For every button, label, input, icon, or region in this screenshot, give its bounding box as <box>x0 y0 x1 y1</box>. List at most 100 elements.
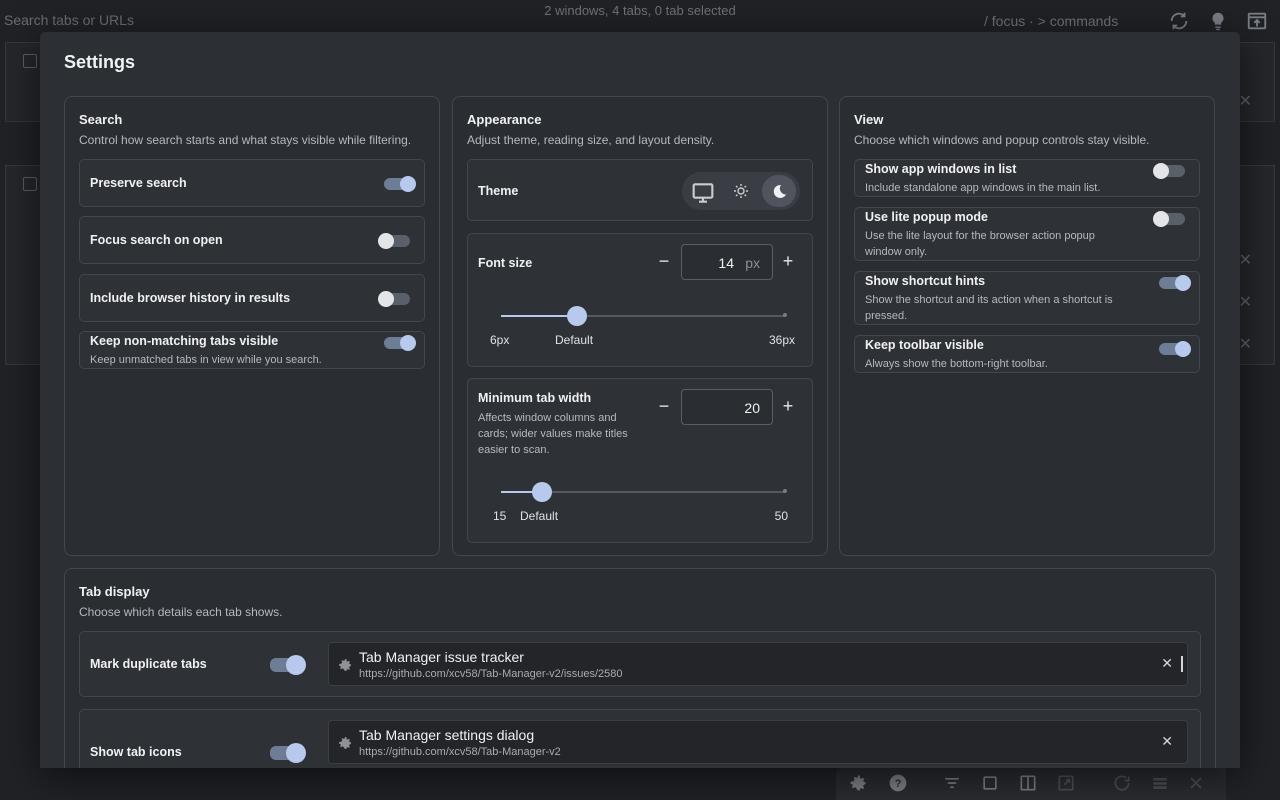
app-windows-toggle[interactable] <box>1153 163 1185 179</box>
panel-title: Appearance <box>467 112 542 127</box>
tab-preview: Tab Manager settings dialog https://gith… <box>328 720 1188 764</box>
lite-popup-toggle[interactable] <box>1153 211 1185 227</box>
gear-icon[interactable] <box>848 773 870 795</box>
browser-history-row[interactable]: Include browser history in results <box>79 274 425 322</box>
show-tab-icons-row[interactable]: Show tab icons Tab Manager settings dial… <box>79 709 1201 768</box>
row-description: Affects window columns and cards; wider … <box>478 412 628 456</box>
slider-thumb[interactable] <box>531 482 552 502</box>
tab-display-panel: Tab display Choose which details each ta… <box>64 568 1216 768</box>
gear-icon <box>337 735 353 751</box>
open-in-new-icon[interactable] <box>1056 773 1078 795</box>
preserve-search-row[interactable]: Preserve search <box>79 159 425 207</box>
open-window-icon[interactable] <box>1246 10 1268 32</box>
group-icon[interactable] <box>1150 773 1172 795</box>
panel-subtitle: Choose which details each tab shows. <box>79 605 283 619</box>
close-icon[interactable]: ✕ <box>1239 250 1252 270</box>
slider-min-label: 15 <box>493 509 507 523</box>
toolbar-visible-row[interactable]: Keep toolbar visible Always show the bot… <box>854 335 1200 373</box>
row-label: Show app windows in list <box>865 162 1017 176</box>
slider-max-label: 36px <box>768 333 795 347</box>
dialog-title: Settings <box>64 52 136 72</box>
command-hint: / focus · > commands <box>984 13 1119 29</box>
preview-url: https://github.com/xcv58/Tab-Manager-v2 <box>359 746 561 758</box>
help-icon[interactable]: ? <box>888 773 910 795</box>
non-matching-tabs-row[interactable]: Keep non-matching tabs visible Keep unma… <box>79 331 425 369</box>
close-icon[interactable]: ✕ <box>1161 655 1173 672</box>
system-theme-button[interactable] <box>686 175 720 207</box>
light-theme-button[interactable] <box>724 175 758 207</box>
slider-max-label: 50 <box>774 509 788 523</box>
row-description: Show the shortcut and its action when a … <box>865 294 1113 322</box>
row-label: Show shortcut hints <box>865 274 986 288</box>
window-checkbox[interactable] <box>23 54 37 68</box>
close-icon[interactable]: ✕ <box>1239 91 1252 111</box>
close-icon[interactable]: ✕ <box>1239 334 1252 354</box>
show-tab-icons-toggle[interactable] <box>270 743 306 763</box>
panel-title: View <box>854 112 884 127</box>
toolbar-visible-toggle[interactable] <box>1159 341 1191 357</box>
row-label: Include browser history in results <box>90 291 291 305</box>
close-icon[interactable]: ✕ <box>1161 733 1173 750</box>
row-label: Preserve search <box>90 176 187 190</box>
shortcut-hints-toggle[interactable] <box>1159 275 1191 291</box>
tab-width-decrease-button[interactable]: − <box>654 397 674 417</box>
focus-search-row[interactable]: Focus search on open <box>79 216 425 264</box>
font-size-decrease-button[interactable]: − <box>654 252 674 272</box>
theme-row: Theme <box>467 159 813 221</box>
row-label: Show tab icons <box>90 745 182 759</box>
preview-title: Tab Manager settings dialog <box>359 727 535 743</box>
gear-icon <box>337 657 353 673</box>
font-size-unit: px <box>745 255 760 271</box>
dark-theme-button[interactable] <box>762 175 796 207</box>
browser-history-toggle[interactable] <box>378 291 410 307</box>
preserve-search-toggle[interactable] <box>384 176 416 192</box>
mark-duplicates-toggle[interactable] <box>270 655 306 675</box>
panel-subtitle: Choose which windows and popup controls … <box>854 133 1150 147</box>
slider-default-label: Default <box>520 509 559 523</box>
close-icon[interactable]: ✕ <box>1239 292 1252 312</box>
min-tab-width-row: Minimum tab width Affects window columns… <box>467 378 813 543</box>
row-description: Keep unmatched tabs in view while you se… <box>90 354 322 366</box>
filter-icon[interactable] <box>942 773 964 795</box>
row-label: Minimum tab width <box>478 391 592 405</box>
shortcut-hints-row[interactable]: Show shortcut hints Show the shortcut an… <box>854 271 1200 325</box>
non-matching-tabs-toggle[interactable] <box>384 335 416 351</box>
bottom-toolbar: ? <box>836 768 1226 800</box>
close-icon[interactable] <box>1186 773 1208 795</box>
font-size-input[interactable]: 14 px <box>681 244 773 280</box>
reload-icon[interactable] <box>1112 773 1134 795</box>
tab-preview: Tab Manager issue tracker https://github… <box>328 642 1188 686</box>
select-all-icon[interactable] <box>980 773 1002 795</box>
sync-icon[interactable] <box>1168 10 1190 32</box>
tab-width-increase-button[interactable]: + <box>778 397 798 417</box>
slider-min-label: 6px <box>490 333 510 347</box>
focus-search-toggle[interactable] <box>378 233 410 249</box>
row-label: Keep non-matching tabs visible <box>90 334 279 348</box>
tab-width-input[interactable]: 20 <box>681 389 773 425</box>
row-label: Focus search on open <box>90 233 223 247</box>
panel-subtitle: Control how search starts and what stays… <box>79 133 412 147</box>
row-description: Include standalone app windows in the ma… <box>865 182 1101 194</box>
preview-url: https://github.com/xcv58/Tab-Manager-v2/… <box>359 668 623 680</box>
search-panel: Search Control how search starts and wha… <box>64 96 440 556</box>
slider-thumb[interactable] <box>566 306 587 326</box>
view-panel: View Choose which windows and popup cont… <box>839 96 1215 556</box>
tab-width-value: 20 <box>744 400 760 416</box>
font-size-value: 14 <box>718 255 734 271</box>
row-label: Use lite popup mode <box>865 210 988 224</box>
mark-duplicates-row[interactable]: Mark duplicate tabs Tab Manager issue tr… <box>79 631 1201 697</box>
window-checkbox[interactable] <box>23 177 37 191</box>
lightbulb-icon[interactable] <box>1207 10 1229 32</box>
row-label: Theme <box>478 184 519 198</box>
row-label: Mark duplicate tabs <box>90 657 207 671</box>
font-size-row: Font size − 14 px + 6px Default 36px <box>467 233 813 367</box>
tab-width-slider[interactable] <box>501 482 787 502</box>
font-size-slider[interactable] <box>501 306 787 326</box>
panel-subtitle: Adjust theme, reading size, and layout d… <box>467 133 715 147</box>
svg-text:?: ? <box>895 778 902 790</box>
panel-title: Tab display <box>79 584 150 599</box>
lite-popup-row[interactable]: Use lite popup mode Use the lite layout … <box>854 207 1200 261</box>
app-windows-row[interactable]: Show app windows in list Include standal… <box>854 159 1200 197</box>
columns-icon[interactable] <box>1018 773 1040 795</box>
font-size-increase-button[interactable]: + <box>778 252 798 272</box>
